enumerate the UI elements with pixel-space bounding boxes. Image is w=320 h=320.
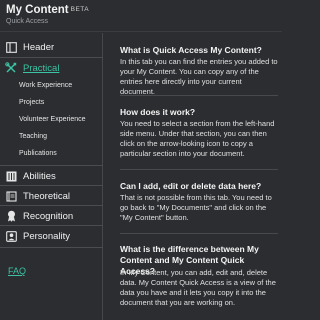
sidebar-item-label: Abilities bbox=[23, 170, 56, 182]
beta-badge: BETA bbox=[70, 6, 90, 13]
sidebar-item-label: Recognition bbox=[23, 210, 74, 222]
sidebar-item-label: Practical bbox=[23, 62, 60, 74]
header-layout-icon bbox=[4, 40, 18, 54]
award-icon bbox=[4, 209, 18, 223]
divider bbox=[120, 169, 278, 170]
sidebar-item-label: Header bbox=[23, 41, 55, 53]
sidebar-item-practical[interactable]: Practical bbox=[0, 59, 103, 77]
sidebar-subitem-teaching[interactable]: Teaching bbox=[19, 133, 47, 140]
app-title: My Content BETA bbox=[6, 4, 89, 16]
divider bbox=[0, 205, 103, 206]
faq-answer: In this tab you can find the entries you… bbox=[120, 57, 278, 96]
faq-question: Can I add, edit or delete data here? bbox=[120, 181, 262, 191]
sidebar-item-abilities[interactable]: Abilities bbox=[0, 167, 103, 185]
divider bbox=[0, 57, 103, 58]
sidebar-subitem-publications[interactable]: Publications bbox=[19, 150, 57, 157]
sidebar: Header Practical Work Experience Project… bbox=[0, 33, 103, 320]
sidebar-item-label: Theoretical bbox=[23, 190, 70, 202]
divider bbox=[0, 225, 103, 226]
sidebar-subitem-volunteer-experience[interactable]: Volunteer Experience bbox=[19, 116, 86, 123]
sidebar-subitem-projects[interactable]: Projects bbox=[19, 99, 44, 106]
book-icon bbox=[4, 189, 18, 203]
faq-answer: You need to select a section from the le… bbox=[120, 119, 275, 158]
sidebar-item-label: Personality bbox=[23, 230, 70, 242]
personality-icon bbox=[4, 229, 18, 243]
app-title-text: My Content bbox=[6, 4, 69, 16]
app-subtitle: Quick Access bbox=[6, 18, 49, 25]
sidebar-subitem-work-experience[interactable]: Work Experience bbox=[19, 82, 72, 89]
app-header: My Content BETA Quick Access bbox=[0, 0, 282, 32]
divider bbox=[0, 247, 103, 248]
faq-panel: What is Quick Access My Content? In this… bbox=[104, 33, 282, 320]
divider bbox=[120, 95, 278, 96]
tools-icon bbox=[4, 61, 18, 75]
divider bbox=[120, 233, 278, 234]
faq-question: How does it work? bbox=[120, 107, 196, 117]
faq-link[interactable]: FAQ bbox=[8, 266, 26, 276]
sidebar-item-header[interactable]: Header bbox=[0, 38, 103, 56]
divider bbox=[0, 165, 103, 166]
faq-answer: That is not possible from this tab. You … bbox=[120, 193, 272, 222]
divider bbox=[0, 185, 103, 186]
faq-answer: In My Content, you can add, edit and, de… bbox=[120, 268, 276, 307]
sidebar-item-theoretical[interactable]: Theoretical bbox=[0, 187, 103, 205]
faq-question: What is Quick Access My Content? bbox=[120, 45, 262, 55]
sidebar-item-recognition[interactable]: Recognition bbox=[0, 207, 103, 225]
sidebar-item-personality[interactable]: Personality bbox=[0, 227, 103, 245]
abilities-icon bbox=[4, 169, 18, 183]
